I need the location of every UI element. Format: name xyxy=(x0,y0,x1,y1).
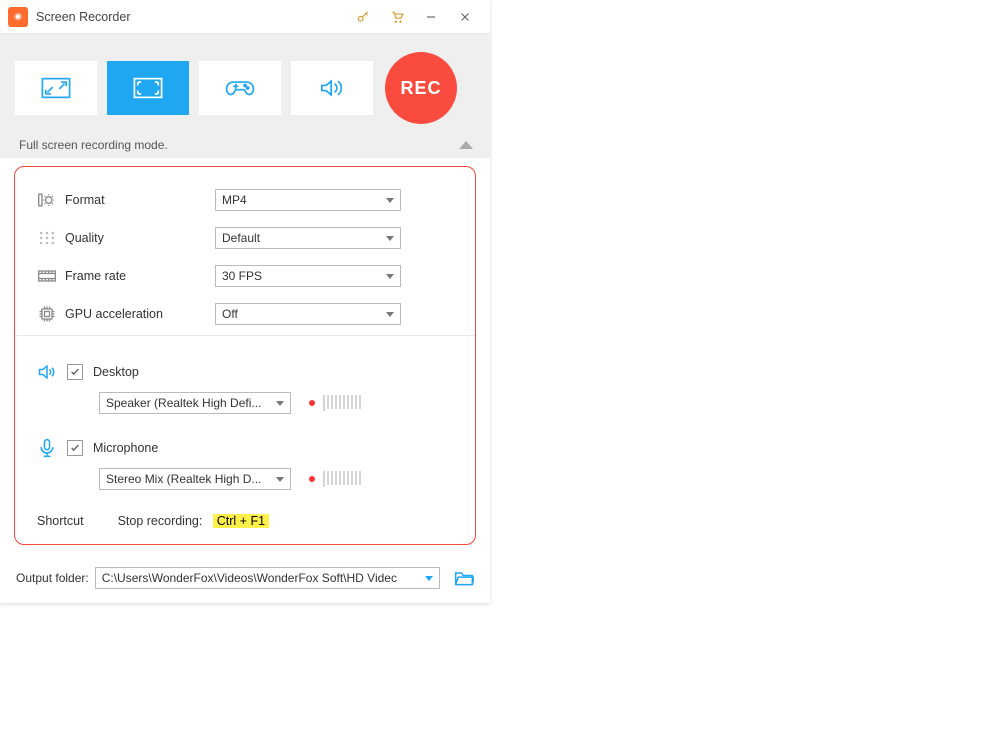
mic-device-select[interactable]: Stereo Mix (Realtek High D... xyxy=(99,468,291,490)
format-row: Format MP4 xyxy=(37,189,453,211)
desktop-label: Desktop xyxy=(93,365,139,379)
open-folder-button[interactable] xyxy=(454,569,474,587)
output-label: Output folder: xyxy=(16,571,89,585)
framerate-value: 30 FPS xyxy=(222,269,262,283)
app-window: ◉ Screen Recorder xyxy=(0,0,490,603)
chevron-down-icon xyxy=(386,274,394,279)
framerate-select[interactable]: 30 FPS xyxy=(215,265,401,287)
quality-value: Default xyxy=(222,231,260,245)
shortcut-label: Shortcut xyxy=(37,514,84,528)
format-value: MP4 xyxy=(222,193,247,207)
gpu-value: Off xyxy=(222,307,238,321)
quality-label: Quality xyxy=(65,231,215,245)
mic-device-row: Stereo Mix (Realtek High D... xyxy=(99,468,453,490)
quality-row: Quality Default xyxy=(37,227,453,249)
mic-device-value: Stereo Mix (Realtek High D... xyxy=(106,472,261,486)
record-button[interactable]: REC xyxy=(385,52,457,124)
divider xyxy=(15,335,475,336)
mic-checkbox[interactable] xyxy=(67,440,83,456)
mic-label: Microphone xyxy=(93,441,158,455)
output-row: Output folder: C:\Users\WonderFox\Videos… xyxy=(0,553,490,603)
app-title: Screen Recorder xyxy=(36,10,346,24)
cart-icon[interactable] xyxy=(380,2,414,32)
level-bars xyxy=(323,471,361,487)
format-label: Format xyxy=(65,193,215,207)
chevron-down-icon xyxy=(425,576,433,581)
level-dot-icon xyxy=(309,476,315,482)
desktop-level-meter xyxy=(309,395,361,411)
settings-panel: Format MP4 Quality Default Frame rate 30… xyxy=(14,166,476,545)
output-path-value: C:\Users\WonderFox\Videos\WonderFox Soft… xyxy=(102,571,397,585)
close-button[interactable] xyxy=(448,2,482,32)
status-text: Full screen recording mode. xyxy=(19,138,168,152)
level-dot-icon xyxy=(309,400,315,406)
chevron-down-icon xyxy=(386,236,394,241)
titlebar: ◉ Screen Recorder xyxy=(0,0,490,34)
desktop-device-value: Speaker (Realtek High Defi... xyxy=(106,396,261,410)
hotkey-value: Ctrl + F1 xyxy=(213,514,269,528)
chevron-down-icon xyxy=(386,198,394,203)
gpu-label: GPU acceleration xyxy=(65,307,215,321)
desktop-device-row: Speaker (Realtek High Defi... xyxy=(99,392,453,414)
mode-toolbar: REC Full screen recording mode. xyxy=(0,34,490,158)
speaker-icon xyxy=(37,362,67,382)
mode-region-button[interactable] xyxy=(15,61,97,115)
quality-select[interactable]: Default xyxy=(215,227,401,249)
chip-icon xyxy=(37,304,65,324)
mode-game-button[interactable] xyxy=(199,61,281,115)
gpu-select[interactable]: Off xyxy=(215,303,401,325)
mic-level-meter xyxy=(309,471,361,487)
chevron-down-icon xyxy=(276,401,284,406)
chevron-down-icon xyxy=(386,312,394,317)
shortcut-row: Shortcut Stop recording: Ctrl + F1 xyxy=(37,514,453,528)
chevron-down-icon xyxy=(276,477,284,482)
gpu-row: GPU acceleration Off xyxy=(37,303,453,325)
output-path-select[interactable]: C:\Users\WonderFox\Videos\WonderFox Soft… xyxy=(95,567,440,589)
mode-row: REC xyxy=(15,52,475,138)
desktop-device-select[interactable]: Speaker (Realtek High Defi... xyxy=(99,392,291,414)
mode-audio-button[interactable] xyxy=(291,61,373,115)
gear-icon xyxy=(37,190,65,210)
format-select[interactable]: MP4 xyxy=(215,189,401,211)
mic-audio-row: Microphone xyxy=(37,438,453,458)
status-row: Full screen recording mode. xyxy=(15,138,475,158)
framerate-row: Frame rate 30 FPS xyxy=(37,265,453,287)
framerate-label: Frame rate xyxy=(65,269,215,283)
quality-icon xyxy=(37,228,65,248)
desktop-checkbox[interactable] xyxy=(67,364,83,380)
app-logo-icon: ◉ xyxy=(8,7,28,27)
mode-fullscreen-button[interactable] xyxy=(107,61,189,115)
microphone-icon xyxy=(37,438,67,458)
key-icon[interactable] xyxy=(346,2,380,32)
level-bars xyxy=(323,395,361,411)
desktop-audio-row: Desktop xyxy=(37,362,453,382)
stop-recording-label: Stop recording: xyxy=(118,514,203,528)
minimize-button[interactable] xyxy=(414,2,448,32)
film-icon xyxy=(37,266,65,286)
collapse-toggle-icon[interactable] xyxy=(459,141,473,149)
